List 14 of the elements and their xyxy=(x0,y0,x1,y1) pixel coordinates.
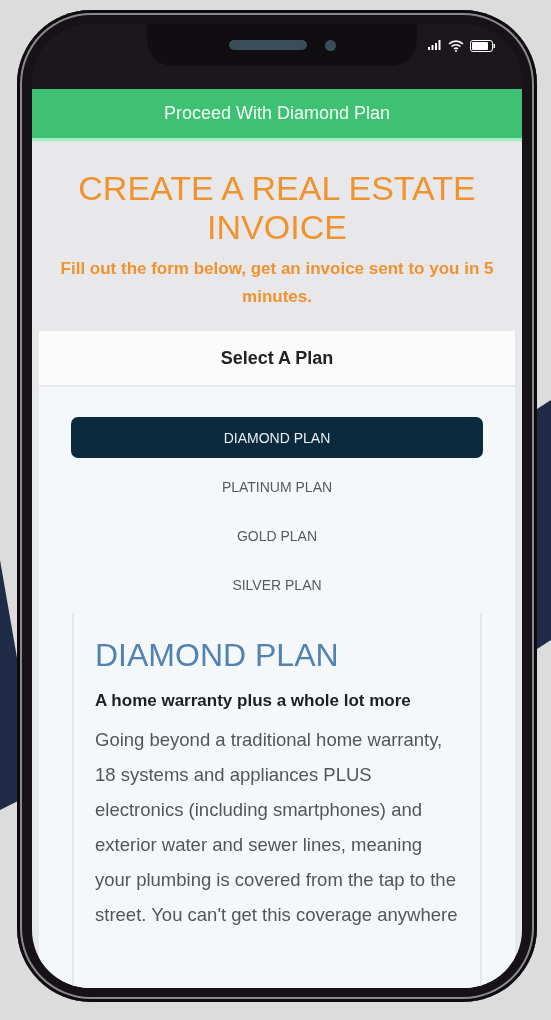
signal-icon xyxy=(428,40,442,50)
page-subtitle: Fill out the form below, get an invoice sent to you in 5 minutes. xyxy=(59,258,495,308)
wifi-icon xyxy=(448,40,464,52)
plan-option[interactable]: SILVER PLAN xyxy=(71,564,483,605)
plan-option[interactable]: GOLD PLAN xyxy=(71,515,483,556)
plan-description: Going beyond a traditional home warranty, 18 systems and appliances PLUS electronics (including smartphones) and exterior water and sewer lines, meaning your plumbing is covered from the tap to the street. You can't get this coverage anywhere xyxy=(95,728,459,927)
plan-option[interactable]: PLATINUM PLAN xyxy=(71,466,483,507)
plan-heading: DIAMOND PLAN xyxy=(95,636,340,675)
plan-subheading: A home warranty plus a whole lot more xyxy=(95,690,412,712)
card-header: Select A Plan xyxy=(39,331,515,387)
page-title: CREATE A REAL ESTATE INVOICE xyxy=(77,169,477,247)
camera-dot xyxy=(324,39,336,51)
battery-icon xyxy=(470,40,496,52)
plan-option[interactable]: DIAMOND PLAN xyxy=(71,417,483,458)
